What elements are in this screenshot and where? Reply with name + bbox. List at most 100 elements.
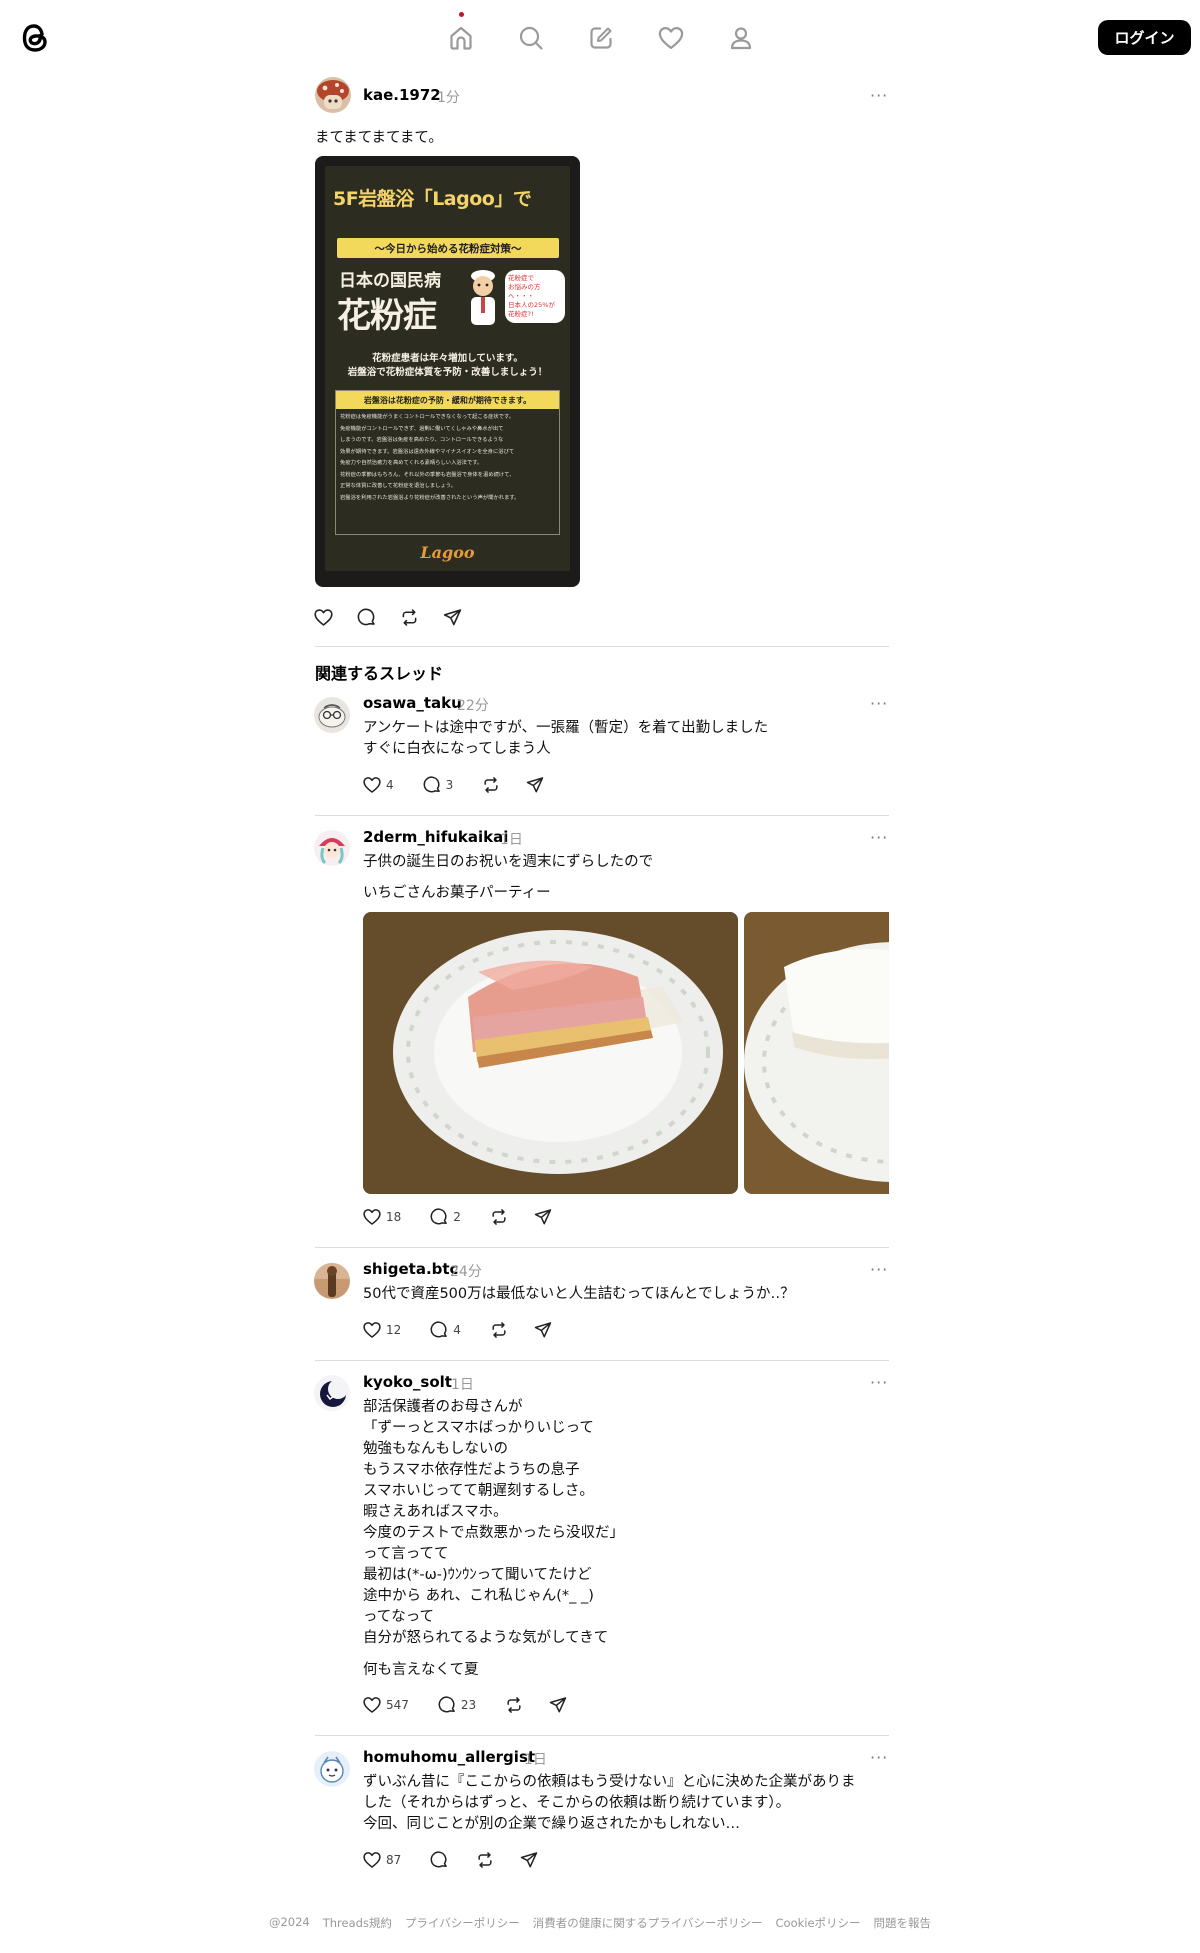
repost-button[interactable] [399,607,420,628]
like-button[interactable] [313,607,334,628]
reply-button[interactable]: 23 [437,1695,476,1715]
thread-text-secondary: いちごさんお菓子パーティー [363,885,551,901]
thread-text: 子供の誕生日のお祝いを週末にずらしたので [363,854,654,870]
avatar[interactable] [314,1263,350,1299]
like-count: 4 [386,778,394,792]
repost-button[interactable] [489,1207,509,1227]
thread-actions: 87 [362,1849,539,1871]
carousel-image[interactable] [363,912,738,1194]
repost-button[interactable] [475,1850,495,1870]
image-carousel[interactable] [363,912,889,1194]
nav-home[interactable] [426,0,496,76]
thread-actions: 18 2 [362,1206,553,1228]
repost-button[interactable] [504,1695,524,1715]
divider [315,1735,889,1736]
avatar[interactable] [315,77,351,113]
footer-link-privacy[interactable]: プライバシーポリシー [405,1915,520,1931]
threads-logo-icon[interactable] [19,20,51,56]
repost-button[interactable] [489,1320,509,1340]
avatar[interactable] [314,830,350,866]
reply-count: 4 [453,1323,461,1337]
footer-link-report[interactable]: 問題を報告 [874,1915,932,1931]
main-nav [426,0,776,76]
poster-headline-large: 花粉症 [337,296,437,336]
share-icon [525,775,545,795]
thread-username[interactable]: homuhomu_allergist [363,1748,535,1766]
more-options-button[interactable]: ··· [870,1373,888,1392]
divider [315,646,889,647]
like-button[interactable]: 547 [362,1695,409,1715]
reply-button[interactable] [356,607,377,628]
share-button[interactable] [519,1850,539,1870]
like-button[interactable]: 87 [362,1850,401,1870]
avatar[interactable] [314,697,350,733]
more-options-button[interactable]: ··· [870,828,888,847]
more-options-button[interactable]: ··· [870,1260,888,1279]
doctor-illustration-icon [471,270,495,325]
more-options-button[interactable]: ··· [870,694,888,713]
divider [315,1247,889,1248]
login-button[interactable]: ログイン [1098,20,1191,55]
thread-time: 24分 [450,1264,482,1280]
search-icon [519,26,543,50]
active-indicator-dot [459,12,464,17]
thread-username[interactable]: kyoko_solt [363,1373,452,1391]
share-button[interactable] [525,775,545,795]
nav-search[interactable] [496,0,566,76]
like-button[interactable]: 12 [362,1320,401,1340]
share-icon [442,607,463,628]
repost-icon [504,1695,524,1715]
poster-header: 5F岩盤浴「Lagoo」で [333,188,532,210]
like-button[interactable]: 18 [362,1207,401,1227]
thread-actions: 547 23 [362,1694,568,1716]
avatar[interactable] [314,1751,350,1787]
share-button[interactable] [533,1207,553,1227]
post-username[interactable]: kae.1972 [363,86,441,104]
thread-actions: 4 3 [362,774,545,796]
nav-activity[interactable] [636,0,706,76]
poster-info-box: 岩盤浴は花粉症の予防・緩和が期待できます。 花粉症は免疫機能がうまくコントロール… [335,390,560,535]
thread-time: 1日 [500,832,523,848]
thread-text: アンケートは途中ですが、一張羅（暫定）を着て出勤しました すぐに白衣になってしま… [363,720,769,757]
thread-username[interactable]: 2derm_hifukaikai [363,828,508,846]
post-time: 1分 [437,90,460,106]
reply-button[interactable]: 3 [422,775,453,795]
share-button[interactable] [442,607,463,628]
repost-button[interactable] [481,775,501,795]
post-image[interactable]: 5F岩盤浴「Lagoo」で 〜今日から始める花粉症対策〜 日本の国民病 花粉症 … [315,156,580,587]
reply-button[interactable]: 4 [429,1320,461,1340]
share-icon [533,1207,553,1227]
profile-icon [730,27,752,50]
poster-footer-logo: Lagoo [420,543,475,562]
carousel-image[interactable] [744,912,889,1194]
more-options-button[interactable]: ··· [870,86,888,105]
reply-icon [429,1850,449,1870]
footer-link-cookie[interactable]: Cookieポリシー [776,1915,861,1931]
divider [315,1360,889,1361]
more-options-button[interactable]: ··· [870,1748,888,1767]
poster-band: 〜今日から始める花粉症対策〜 [337,238,559,258]
reply-button[interactable] [429,1850,449,1870]
repost-icon [481,775,501,795]
thread-text-secondary: 何も言えなくて夏 [363,1662,479,1678]
reply-count: 23 [460,1698,477,1712]
share-button[interactable] [548,1695,568,1715]
thread-text: ずいぶん昔に『ここからの依頼はもう受けない』と心に決めた企業がありま した（それ… [363,1774,856,1832]
reply-button[interactable]: 2 [429,1207,461,1227]
footer-link-terms[interactable]: Threads規約 [323,1915,392,1931]
nav-compose[interactable] [566,0,636,76]
reply-icon [429,1320,449,1340]
footer-link-health-privacy[interactable]: 消費者の健康に関するプライバシーポリシー [533,1915,763,1931]
top-bar: ログイン [0,0,1200,76]
repost-icon [489,1320,509,1340]
share-icon [533,1320,553,1340]
reply-count: 2 [453,1210,461,1224]
nav-profile[interactable] [706,0,776,76]
thread-username[interactable]: shigeta.btc [363,1260,458,1278]
thread-username[interactable]: osawa_taku [363,694,462,712]
like-button[interactable]: 4 [362,775,394,795]
avatar[interactable] [314,1375,350,1411]
share-button[interactable] [533,1320,553,1340]
thread-time: 22分 [457,698,489,714]
reply-icon [356,607,377,628]
